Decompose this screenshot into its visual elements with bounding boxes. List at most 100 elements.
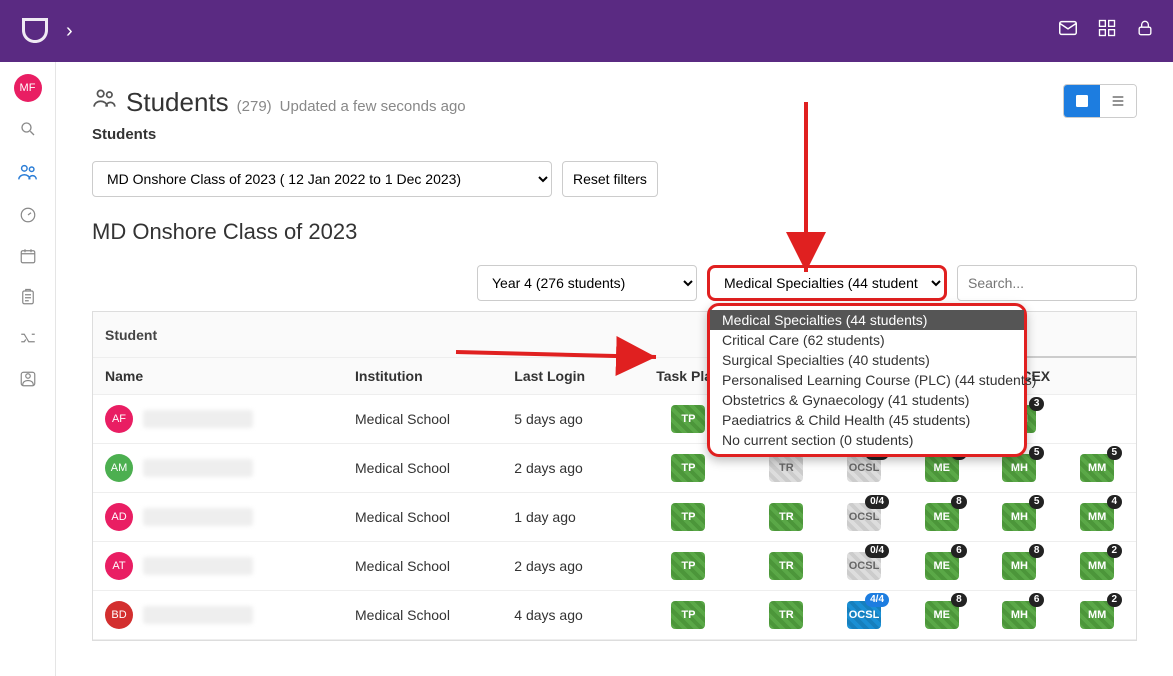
lock-icon[interactable]: [1135, 18, 1155, 44]
students-icon: [92, 85, 118, 117]
year-select[interactable]: Year 4 (276 students): [477, 265, 697, 301]
user-avatar[interactable]: MF: [14, 74, 42, 102]
cell-last-login: 1 day ago: [502, 493, 629, 542]
col-name[interactable]: Name: [93, 358, 343, 395]
cell-tag: TR: [748, 591, 826, 640]
chevron-right-icon[interactable]: ›: [66, 20, 73, 43]
status-tag[interactable]: TR: [769, 454, 803, 482]
section-select[interactable]: Medical Specialties (44 students): [707, 265, 947, 301]
status-tag[interactable]: TR: [769, 601, 803, 629]
student-name-blurred: [143, 410, 253, 428]
dropdown-option[interactable]: Surgical Specialties (40 students): [710, 350, 1024, 370]
cell-institution: Medical School: [343, 444, 502, 493]
calendar-icon[interactable]: [19, 247, 37, 270]
status-tag[interactable]: OCSL4/4: [847, 601, 881, 629]
gauge-icon[interactable]: [19, 206, 37, 229]
mail-icon[interactable]: [1057, 17, 1079, 45]
dropdown-option[interactable]: Obstetrics & Gynaecology (41 students): [710, 390, 1024, 410]
cell-tag: MM2: [1058, 591, 1136, 640]
status-tag[interactable]: MM4: [1080, 503, 1114, 531]
table-row[interactable]: ATMedical School2 days agoTPTROCSL0/4ME6…: [93, 542, 1136, 591]
status-tag[interactable]: ME8: [925, 503, 959, 531]
cell-tag: TR: [748, 542, 826, 591]
status-tag[interactable]: TR: [769, 552, 803, 580]
sidebar: MF: [0, 62, 56, 676]
status-tag[interactable]: MH8: [1002, 552, 1036, 580]
student-name-blurred: [143, 606, 253, 624]
cell-tag: TR: [748, 493, 826, 542]
status-tag[interactable]: TP: [671, 503, 705, 531]
status-tag[interactable]: TR: [769, 503, 803, 531]
apps-grid-icon[interactable]: [1097, 18, 1117, 44]
status-tag[interactable]: TP: [671, 552, 705, 580]
dropdown-option[interactable]: Paediatrics & Child Health (45 students): [710, 410, 1024, 430]
status-tag[interactable]: OCSL0/4: [847, 454, 881, 482]
section-dropdown-list: Medical Specialties (44 students) Critic…: [707, 303, 1027, 457]
class-select[interactable]: MD Onshore Class of 2023 ( 12 Jan 2022 t…: [92, 161, 552, 197]
cell-tag: TP: [629, 493, 747, 542]
row-avatar: AM: [105, 454, 133, 482]
cell-tag: MH6: [981, 591, 1059, 640]
dropdown-option[interactable]: Critical Care (62 students): [710, 330, 1024, 350]
students-nav-icon[interactable]: [17, 161, 39, 188]
cell-tag: MM2: [1058, 542, 1136, 591]
cell-last-login: 5 days ago: [502, 395, 629, 444]
cell-tag: TP: [629, 542, 747, 591]
status-tag[interactable]: MM5: [1080, 454, 1114, 482]
status-tag[interactable]: MH5: [1002, 454, 1036, 482]
status-tag[interactable]: OCSL0/4: [847, 552, 881, 580]
search-icon[interactable]: [19, 120, 37, 143]
class-title: MD Onshore Class of 2023: [92, 219, 1137, 245]
view-toggle: [1063, 84, 1137, 118]
search-input[interactable]: [957, 265, 1137, 301]
status-tag[interactable]: TP: [671, 601, 705, 629]
cell-tag: ME8: [903, 591, 981, 640]
updated-text: Updated a few seconds ago: [280, 98, 466, 115]
status-tag[interactable]: ME8: [925, 601, 959, 629]
col-last-login[interactable]: Last Login: [502, 358, 629, 395]
subhead: Students: [92, 126, 1137, 143]
table-row[interactable]: BD Medical School4 days ago TP TR OCSL4/4 ME8…: [93, 591, 1136, 640]
row-avatar: BD: [105, 601, 133, 629]
cell-tag: OCSL0/4: [825, 542, 903, 591]
cell-tag: MH8: [981, 542, 1059, 591]
cell-institution: Medical School: [343, 591, 502, 640]
col-institution[interactable]: Institution: [343, 358, 502, 395]
status-tag[interactable]: MH6: [1002, 601, 1036, 629]
status-tag[interactable]: ME6: [925, 552, 959, 580]
shuffle-icon[interactable]: [19, 329, 37, 352]
cell-tag: [1058, 395, 1136, 444]
cell-institution: Medical School: [343, 542, 502, 591]
status-tag[interactable]: MM2: [1080, 552, 1114, 580]
cell-institution: Medical School: [343, 395, 502, 444]
app-logo[interactable]: [18, 14, 52, 48]
view-list-button[interactable]: [1100, 85, 1136, 117]
dropdown-option[interactable]: Medical Specialties (44 students): [710, 310, 1024, 330]
cell-tag: MM4: [1058, 493, 1136, 542]
view-card-button[interactable]: [1064, 85, 1100, 117]
student-count: (279): [237, 98, 272, 115]
cell-tag: OCSL0/4: [825, 493, 903, 542]
dropdown-option[interactable]: No current section (0 students): [710, 430, 1024, 450]
status-tag[interactable]: TP: [671, 405, 705, 433]
status-tag[interactable]: MM2: [1080, 601, 1114, 629]
reset-filters-button[interactable]: Reset filters: [562, 161, 658, 197]
cell-last-login: 2 days ago: [502, 444, 629, 493]
cell-last-login: 4 days ago: [502, 591, 629, 640]
status-tag[interactable]: MH5: [1002, 503, 1036, 531]
main-content: Students (279) Updated a few seconds ago…: [56, 62, 1173, 676]
page-title: Students: [126, 87, 229, 118]
clipboard-icon[interactable]: [19, 288, 37, 311]
topbar: ›: [0, 0, 1173, 62]
row-avatar: AF: [105, 405, 133, 433]
cell-tag: TP: [629, 591, 747, 640]
status-tag[interactable]: OCSL0/4: [847, 503, 881, 531]
table-row[interactable]: AD Medical School1 day ago TP TR OCSL0/4 ME8 M…: [93, 493, 1136, 542]
dropdown-option[interactable]: Personalised Learning Course (PLC) (44 s…: [710, 370, 1024, 390]
row-avatar: AD: [105, 503, 133, 531]
status-tag[interactable]: ME8: [925, 454, 959, 482]
group-header-student: Student: [93, 312, 748, 358]
cell-institution: Medical School: [343, 493, 502, 542]
profile-icon[interactable]: [19, 370, 37, 393]
status-tag[interactable]: TP: [671, 454, 705, 482]
